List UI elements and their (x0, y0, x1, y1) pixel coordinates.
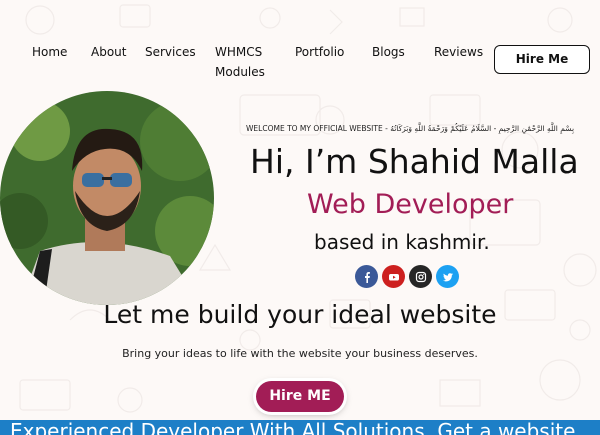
instagram-icon[interactable] (409, 265, 432, 288)
nav-portfolio[interactable]: Portfolio (295, 42, 344, 62)
welcome-text: WELCOME TO MY OFFICIAL WEBSITE - بِسْمِ … (246, 124, 575, 133)
hire-me-cta-button[interactable]: Hire ME (256, 381, 344, 412)
nav-reviews[interactable]: Reviews (434, 42, 483, 62)
nav-about[interactable]: About (91, 42, 126, 62)
nav-modules-label: Modules (215, 65, 265, 79)
main-subline: Bring your ideas to life with the websit… (122, 347, 478, 360)
nav-whmcs-modules[interactable]: WHMCS Modules (215, 42, 265, 82)
bottom-banner: Experienced Developer With All Solutions… (0, 420, 600, 435)
nav-services[interactable]: Services (145, 42, 196, 62)
nav-blogs[interactable]: Blogs (372, 42, 405, 62)
profile-photo (0, 91, 214, 305)
role-title: Web Developer (307, 189, 514, 220)
youtube-icon[interactable] (382, 265, 405, 288)
nav-home[interactable]: Home (32, 42, 67, 62)
twitter-icon[interactable] (436, 265, 459, 288)
location-text: based in kashmir. (314, 230, 490, 254)
nav-whmcs-label: WHMCS (215, 45, 263, 59)
hire-me-nav-button[interactable]: Hire Me (494, 45, 590, 74)
banner-text: Experienced Developer With All Solutions… (10, 420, 576, 435)
greeting-heading: Hi, I’m Shahid Malla (250, 142, 579, 181)
main-headline: Let me build your ideal website (103, 300, 497, 329)
facebook-icon[interactable] (355, 265, 378, 288)
